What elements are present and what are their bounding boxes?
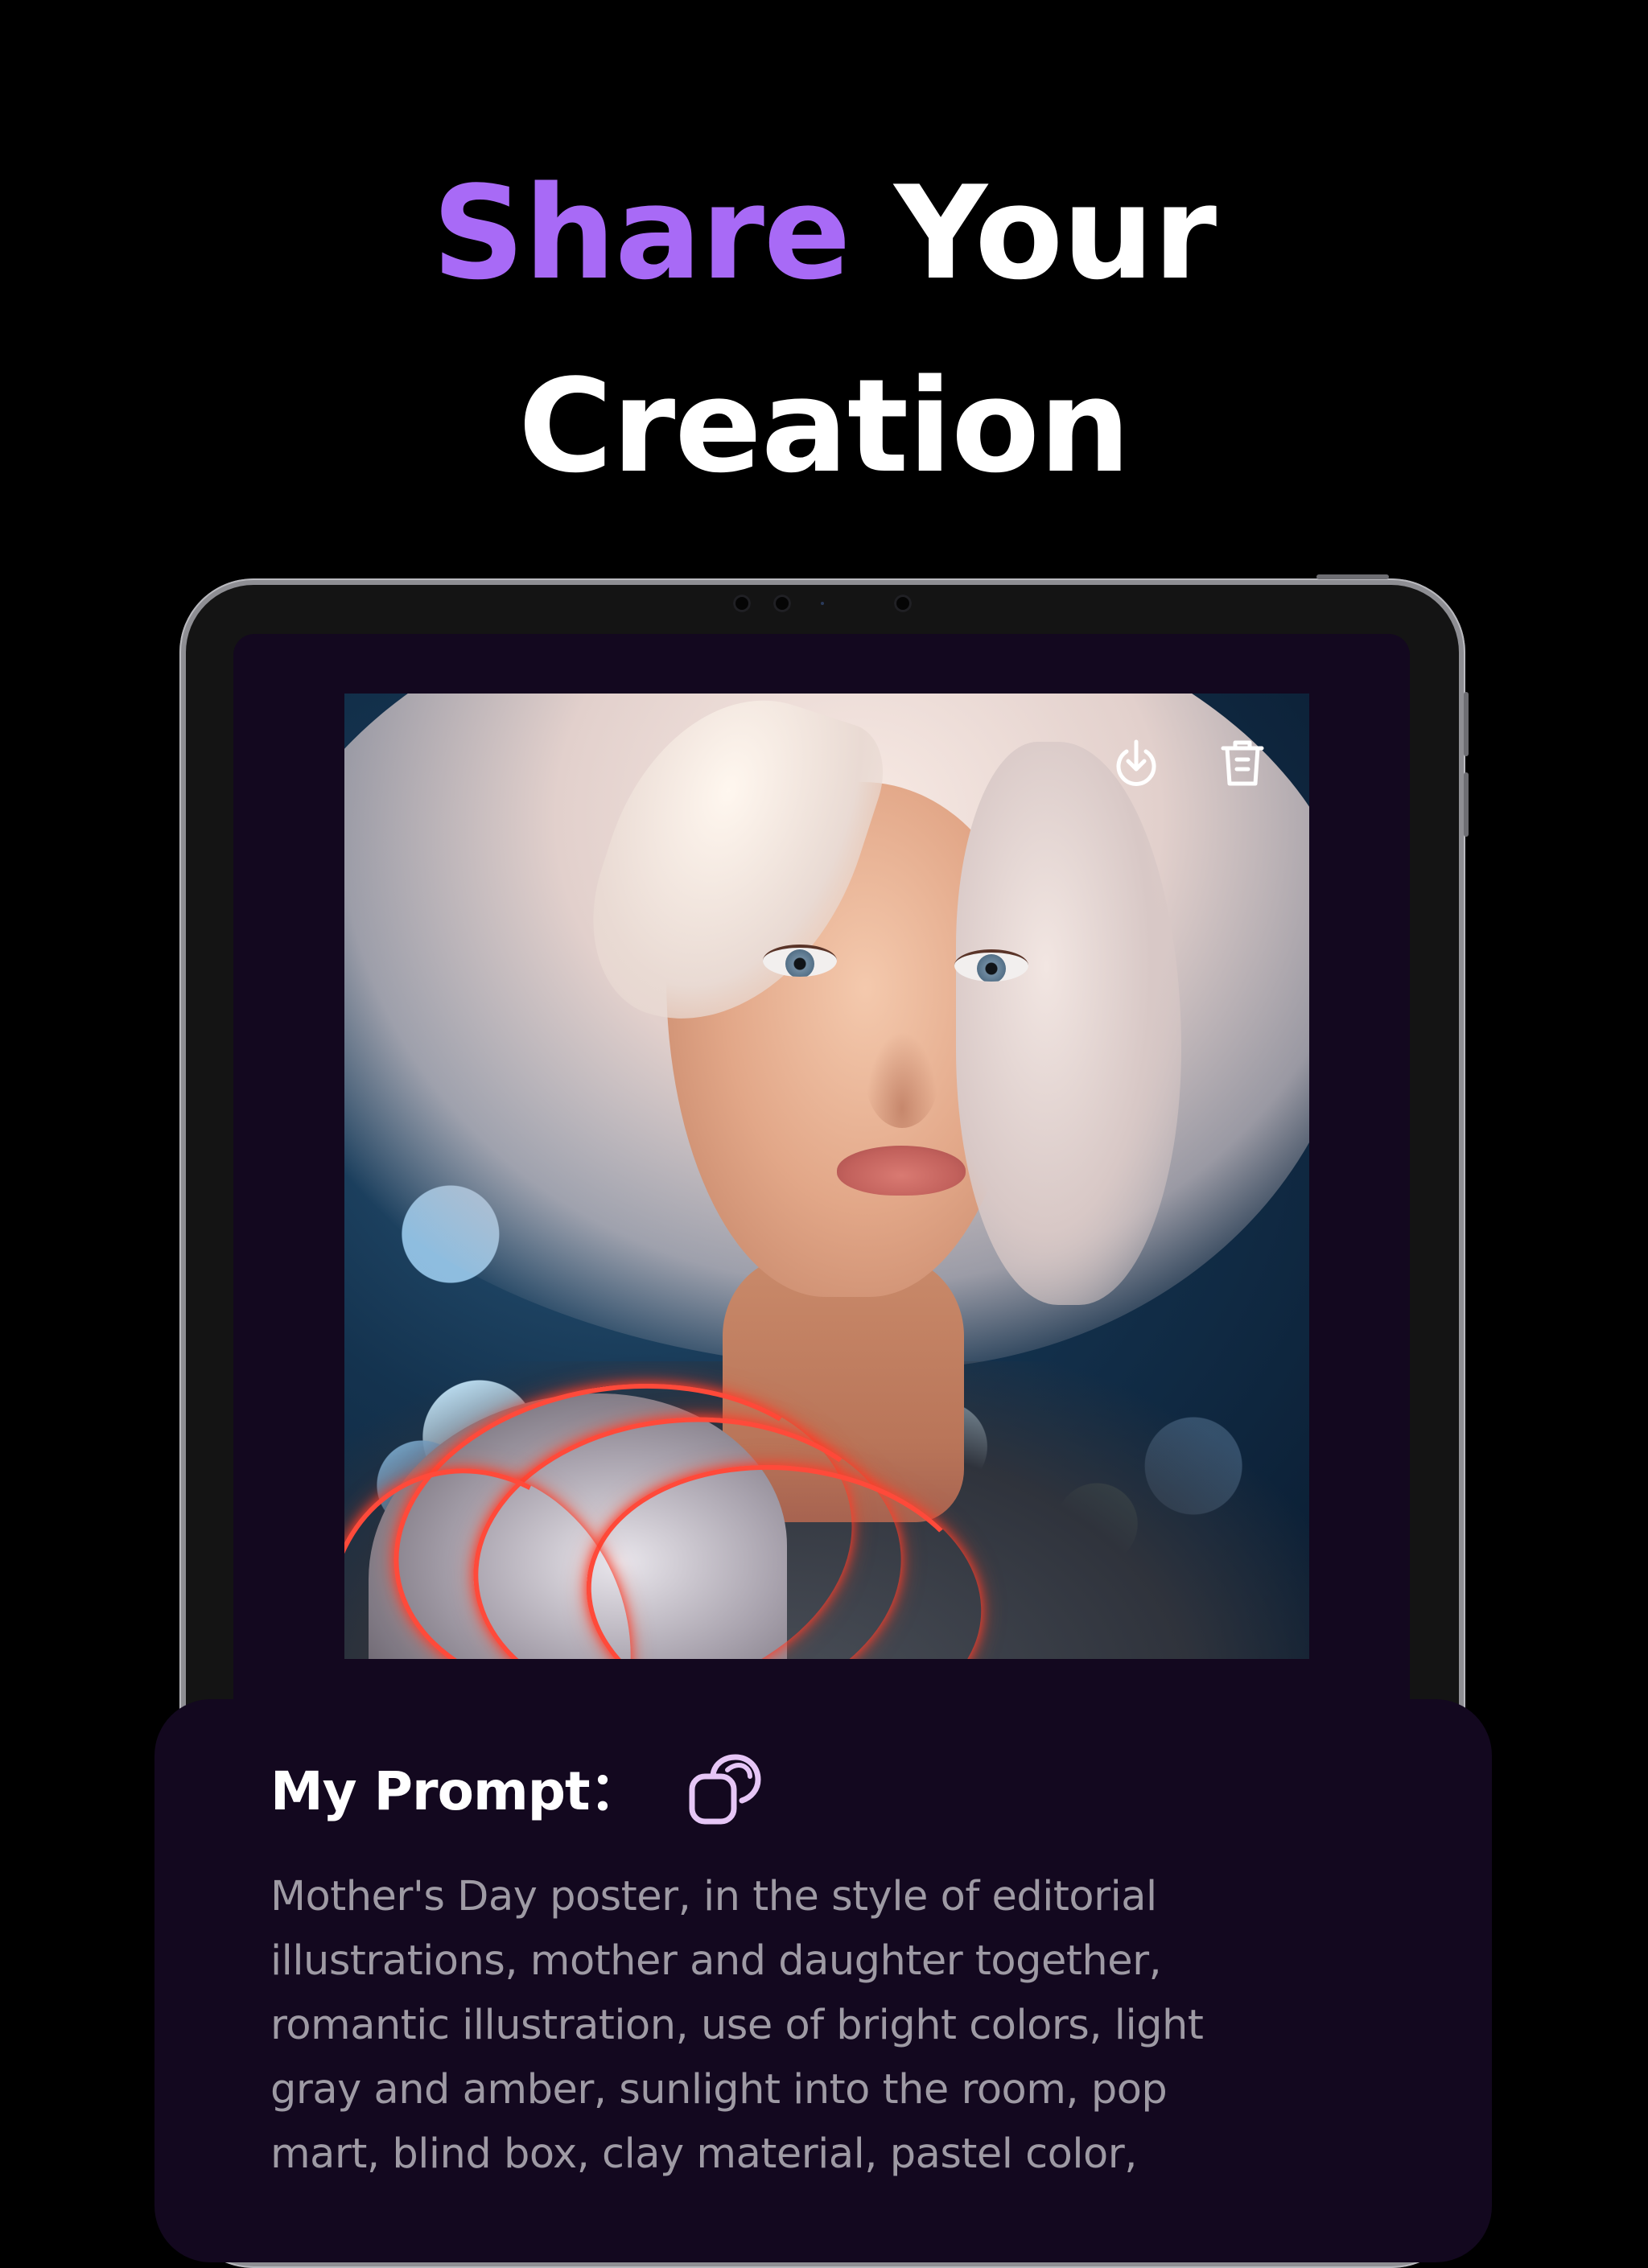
generated-image[interactable] (344, 694, 1309, 1659)
sensor-dot-left (773, 595, 791, 612)
download-button[interactable] (1107, 734, 1165, 792)
prompt-line: gray and amber, sunlight into the room, … (270, 2066, 1168, 2114)
trash-icon (1221, 740, 1264, 786)
portrait-lips (837, 1146, 966, 1196)
copy-prompt-button[interactable] (686, 1751, 764, 1830)
portrait-nose (866, 1031, 938, 1128)
prompt-line: illustrations, mother and daughter toget… (270, 1937, 1162, 1985)
sensor-dot-right (894, 595, 912, 612)
copy-icon (689, 1754, 761, 1825)
volume-down-button (1464, 772, 1469, 837)
prompt-text: Mother's Day poster, in the style of edi… (270, 1865, 1316, 2187)
headline-accent-word: Share (431, 158, 851, 308)
prompt-title: My Prompt： (270, 1760, 643, 1822)
headline-line-1: Share Your (0, 137, 1648, 330)
prompt-line: romantic illustration, use of bright col… (270, 2002, 1204, 2049)
volume-up-button (1464, 692, 1469, 756)
prompt-line: Mother's Day poster, in the style of edi… (270, 1873, 1157, 1920)
download-icon (1116, 739, 1156, 786)
portrait-eye-right (954, 949, 1028, 982)
headline: Share Your Creation (0, 137, 1648, 523)
headline-line-1-rest: Your (850, 158, 1217, 308)
prompt-line: mart, blind box, clay material, pastel c… (270, 2130, 1137, 2178)
front-camera (733, 595, 751, 612)
top-button (1316, 574, 1389, 579)
headline-line-2: Creation (518, 351, 1131, 501)
delete-button[interactable] (1213, 734, 1271, 792)
camera-lens (821, 602, 824, 605)
portrait-eye-left (763, 945, 837, 977)
